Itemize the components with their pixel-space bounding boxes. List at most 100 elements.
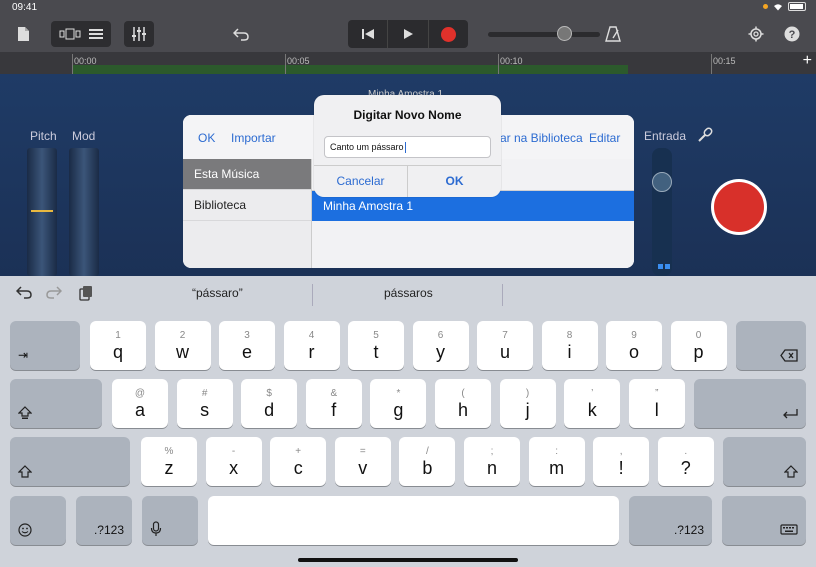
- key-m[interactable]: :m: [528, 437, 585, 486]
- svg-text:?: ?: [789, 29, 796, 41]
- edit-button[interactable]: Editar: [589, 131, 620, 145]
- sheet-ok-button[interactable]: OK: [198, 131, 215, 145]
- shift-right-key[interactable]: [723, 437, 806, 486]
- master-volume-slider[interactable]: [488, 32, 600, 37]
- key-x[interactable]: -x: [205, 437, 262, 486]
- return-key[interactable]: [694, 379, 806, 428]
- key-u[interactable]: 7u: [477, 321, 533, 370]
- key-t[interactable]: 5t: [348, 321, 404, 370]
- key-r[interactable]: 4r: [283, 321, 340, 370]
- mod-label: Mod: [72, 129, 96, 143]
- input-level-slider[interactable]: [652, 148, 672, 276]
- clock: 09:41: [12, 2, 38, 13]
- play-button[interactable]: [388, 20, 429, 48]
- key-a[interactable]: @ a: [112, 379, 168, 428]
- toolbar: ?: [0, 16, 816, 52]
- key-alt-char: 9: [631, 329, 637, 341]
- key-alt-char: ’: [591, 387, 594, 399]
- caps-lock-key[interactable]: [10, 379, 102, 428]
- save-to-library-button[interactable]: ar na Biblioteca: [500, 131, 583, 145]
- help-icon[interactable]: ?: [783, 21, 801, 47]
- undo-icon[interactable]: [15, 285, 32, 303]
- emoji-key[interactable]: [10, 496, 66, 545]
- key-![interactable]: ,!: [593, 437, 650, 486]
- redo-icon[interactable]: [46, 285, 63, 303]
- input-level-knob[interactable]: [652, 172, 672, 192]
- master-volume-knob[interactable]: [557, 26, 572, 41]
- cancel-button[interactable]: Cancelar: [314, 166, 408, 197]
- key-alt-char: 1: [115, 329, 121, 341]
- key-c[interactable]: + c: [270, 437, 327, 486]
- import-button[interactable]: Importar: [231, 131, 276, 145]
- key-alt-char: /: [426, 445, 429, 457]
- key-char: j: [525, 399, 530, 420]
- mod-wheel[interactable]: [69, 148, 99, 276]
- key-f[interactable]: & f: [305, 379, 362, 428]
- key-char: p: [693, 341, 704, 362]
- key-char: f: [331, 399, 337, 420]
- key-p[interactable]: 0p: [670, 321, 727, 370]
- input-settings-icon[interactable]: [694, 124, 716, 146]
- suggestion-word[interactable]: pássaros: [384, 286, 433, 300]
- delete-key[interactable]: [736, 321, 806, 370]
- key-v[interactable]: = v: [334, 437, 391, 486]
- numbers-key-left[interactable]: .?123: [76, 496, 132, 545]
- ruler-tick: [711, 54, 712, 74]
- undo-icon[interactable]: [232, 21, 250, 47]
- big-record-button[interactable]: [711, 179, 767, 235]
- settings-gear-icon[interactable]: [747, 21, 765, 47]
- metronome-icon[interactable]: [604, 21, 622, 47]
- timeline-ruler[interactable]: 00:00 00:05 00:10 00:15 +: [0, 52, 816, 74]
- key-w[interactable]: 2w: [154, 321, 211, 370]
- add-section-button[interactable]: +: [803, 52, 812, 70]
- pitch-wheel[interactable]: [27, 148, 57, 276]
- key-i[interactable]: 8i: [541, 321, 598, 370]
- tracks-view-icon[interactable]: [56, 27, 106, 41]
- key-alt-char: :: [555, 445, 558, 457]
- key-b[interactable]: / b: [399, 437, 456, 486]
- record-button[interactable]: [429, 20, 468, 48]
- key-alt-char: 6: [437, 329, 444, 341]
- key-char: n: [486, 457, 497, 478]
- sidebar-item-this-song[interactable]: Esta Música: [183, 159, 311, 190]
- sidebar-item-library[interactable]: Biblioteca: [183, 190, 311, 221]
- key-e[interactable]: 3e: [219, 321, 275, 370]
- dictation-key[interactable]: [142, 496, 198, 545]
- tab-key[interactable]: ⇥: [10, 321, 80, 370]
- key-n[interactable]: ; n: [464, 437, 520, 486]
- key-q[interactable]: 1q: [90, 321, 146, 370]
- key-?[interactable]: .?: [657, 437, 714, 486]
- key-o[interactable]: 9o: [606, 321, 662, 370]
- sheet-sidebar: Esta Música Biblioteca: [183, 159, 312, 268]
- key-char: q: [112, 341, 123, 362]
- key-j[interactable]: ) j: [499, 379, 556, 428]
- key-h[interactable]: (h: [435, 379, 491, 428]
- key-z[interactable]: % z: [141, 437, 197, 486]
- key-d[interactable]: $ d: [241, 379, 298, 428]
- ok-button[interactable]: OK: [408, 166, 501, 197]
- key-g[interactable]: * g: [370, 379, 427, 428]
- key-y[interactable]: 6y: [412, 321, 469, 370]
- dismiss-keyboard-key[interactable]: [722, 496, 806, 545]
- key-char: m: [549, 457, 565, 478]
- key-s[interactable]: # s: [176, 379, 233, 428]
- numbers-key-right[interactable]: .?123: [629, 496, 712, 545]
- view-toggle[interactable]: [51, 21, 111, 47]
- key-alt-char: @: [134, 387, 146, 399]
- key-k[interactable]: ’ k: [564, 379, 621, 428]
- text-caret: [404, 142, 406, 154]
- name-input[interactable]: Canto um pássaro: [324, 136, 491, 158]
- suggestion-literal[interactable]: “pássaro”: [192, 286, 243, 300]
- key-char: a: [134, 399, 145, 420]
- shift-left-key[interactable]: [10, 437, 130, 486]
- key-alt-char: 4: [308, 329, 315, 341]
- caps-lock-icon: [18, 406, 32, 419]
- key-alt-char: 2: [179, 329, 186, 341]
- key-l[interactable]: ” l: [628, 379, 685, 428]
- key-alt-char: &: [330, 387, 338, 399]
- space-bar[interactable]: [208, 496, 619, 545]
- mixer-icon[interactable]: [124, 21, 154, 47]
- paste-icon[interactable]: [78, 285, 94, 305]
- rewind-button[interactable]: [348, 20, 389, 48]
- document-icon[interactable]: [14, 21, 32, 47]
